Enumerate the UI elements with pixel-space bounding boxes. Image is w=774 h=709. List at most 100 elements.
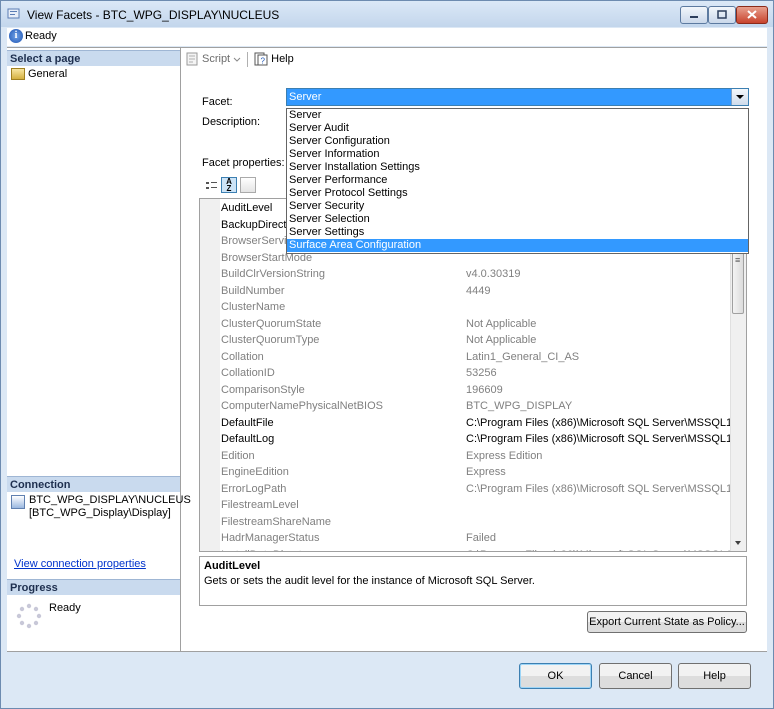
server-connection-icon: [11, 495, 25, 509]
select-page-header: Select a page: [7, 50, 180, 66]
property-row[interactable]: ClusterQuorumState Not Applicable: [220, 316, 730, 333]
property-value[interactable]: C:\Program Files (x86)\Microsoft SQL Ser…: [466, 431, 730, 447]
facet-option[interactable]: Surface Area Configuration: [287, 239, 748, 252]
property-row[interactable]: ClusterQuorumType Not Applicable: [220, 332, 730, 349]
property-name: AuditLevel: [221, 202, 273, 214]
title-bar[interactable]: View Facets - BTC_WPG_DISPLAY\NUCLEUS: [1, 1, 773, 27]
property-name: CollationID: [221, 367, 275, 379]
maximize-icon: [717, 10, 727, 19]
dropdown-arrow-icon[interactable]: [731, 89, 748, 105]
toolbar-separator: [247, 51, 249, 67]
facet-label: Facet:: [202, 96, 233, 108]
progress-status: Ready: [49, 602, 81, 614]
facet-option[interactable]: Server Selection: [287, 213, 748, 226]
maximize-button[interactable]: [708, 6, 736, 24]
property-name: BuildClrVersionString: [221, 268, 325, 280]
property-value: Failed: [466, 532, 496, 544]
property-name: ClusterQuorumState: [221, 317, 322, 330]
facet-properties-label: Facet properties:: [202, 157, 285, 169]
status-text: Ready: [25, 30, 57, 42]
svg-text:?: ?: [261, 57, 266, 66]
help-toolbar-label: Help: [271, 53, 294, 65]
property-name: ClusterName: [221, 301, 286, 313]
script-icon: [186, 52, 198, 66]
property-value: Latin1_General_CI_AS: [466, 350, 580, 363]
property-grid-gutter: [200, 199, 220, 551]
alphabetical-sort-icon[interactable]: AZ: [221, 177, 237, 193]
facet-dropdown-list: Server Server Audit Server Configuration Se…: [286, 108, 749, 254]
property-name: BuildNumber: [221, 284, 285, 297]
property-grid-toolbar: AZ: [202, 177, 256, 193]
property-row[interactable]: ErrorLogPath C:\Program Files (x86)\Micro…: [220, 481, 730, 498]
progress-header: Progress: [7, 579, 180, 595]
facet-option[interactable]: Server: [287, 109, 748, 122]
window-title: View Facets - BTC_WPG_DISPLAY\NUCLEUS: [27, 8, 280, 22]
minimize-icon: [690, 16, 698, 18]
property-value: BTC_WPG_DISPLAY: [466, 400, 573, 412]
property-row[interactable]: FilestreamLevel: [220, 497, 730, 514]
property-value: Not Applicable: [466, 334, 537, 346]
property-row[interactable]: DefaultLog C:\Program Files (x86)\Microso…: [220, 431, 730, 448]
property-value: v4.0.30319: [466, 268, 521, 280]
info-icon: i: [9, 29, 23, 43]
page-item-general[interactable]: General: [11, 67, 67, 81]
facet-option[interactable]: Server Information: [287, 148, 748, 161]
property-row[interactable]: BuildNumber 4449: [220, 283, 730, 300]
property-row[interactable]: CollationID 53256: [220, 365, 730, 382]
property-name: ClusterQuorumType: [221, 334, 320, 346]
facet-option[interactable]: Server Performance: [287, 174, 748, 187]
help-toolbar-button[interactable]: ? Help: [250, 52, 298, 66]
categorized-view-icon[interactable]: [202, 177, 218, 193]
property-description-title: AuditLevel: [204, 560, 261, 572]
cancel-button[interactable]: Cancel: [599, 663, 672, 689]
property-description-box: AuditLevel Gets or sets the audit level …: [199, 556, 747, 606]
property-row[interactable]: InstallDataDirectory C:\Program Files (x8…: [220, 547, 730, 552]
minimize-button[interactable]: [680, 6, 708, 24]
facet-option[interactable]: Server Configuration: [287, 135, 748, 148]
property-value: C:\Program Files (x86)\Microsoft SQL Ser…: [466, 482, 730, 495]
property-name: EngineEdition: [221, 466, 289, 478]
property-row[interactable]: ClusterName: [220, 299, 730, 316]
property-row[interactable]: ComputerNamePhysicalNetBIOS BTC_WPG_DISPL…: [220, 398, 730, 415]
description-label: Description:: [202, 116, 261, 128]
connection-header: Connection: [7, 476, 180, 492]
facet-combobox[interactable]: Server: [286, 88, 749, 106]
property-row[interactable]: HadrManagerStatus Failed: [220, 530, 730, 547]
chevron-down-icon[interactable]: [233, 55, 241, 63]
help-button[interactable]: Help: [678, 663, 751, 689]
ok-button[interactable]: OK: [519, 663, 592, 689]
close-button[interactable]: [736, 6, 768, 24]
connection-server: BTC_WPG_DISPLAY\NUCLEUS: [29, 494, 191, 506]
facet-option[interactable]: Server Audit: [287, 122, 748, 135]
facet-option[interactable]: Server Settings: [287, 226, 748, 239]
property-value: Express: [466, 466, 506, 478]
property-row[interactable]: FilestreamShareName: [220, 514, 730, 531]
property-name: DefaultLog: [221, 433, 275, 445]
left-pane: Select a page General Connection BTC_WPG…: [7, 48, 191, 651]
export-policy-button[interactable]: Export Current State as Policy...: [587, 611, 747, 633]
property-row[interactable]: Collation Latin1_General_CI_AS: [220, 349, 730, 366]
property-value: 196609: [466, 383, 503, 396]
toolbar: Script ? Help: [181, 50, 298, 68]
property-description-text: Gets or sets the audit level for the ins…: [204, 575, 535, 587]
facet-option[interactable]: Server Protocol Settings: [287, 187, 748, 200]
property-row[interactable]: ComparisonStyle 196609: [220, 382, 730, 399]
property-value: 53256: [466, 367, 497, 379]
facet-option[interactable]: Server Security: [287, 200, 748, 213]
progress-spinner-icon: [16, 603, 42, 629]
property-pages-icon[interactable]: [240, 177, 256, 193]
property-row[interactable]: BuildClrVersionString v4.0.30319: [220, 266, 730, 283]
script-button[interactable]: Script: [181, 52, 245, 66]
property-row[interactable]: EngineEdition Express: [220, 464, 730, 481]
view-connection-properties-link[interactable]: View connection properties: [14, 558, 146, 570]
property-name: Edition: [221, 449, 255, 462]
scroll-down-icon[interactable]: [731, 536, 746, 551]
property-row[interactable]: Edition Express Edition: [220, 448, 730, 465]
property-value[interactable]: C:\Program Files (x86)\Microsoft SQL Ser…: [466, 415, 730, 431]
status-bar: i Ready: [7, 28, 767, 46]
general-page-icon: [11, 68, 25, 80]
facet-option[interactable]: Server Installation Settings: [287, 161, 748, 174]
script-label: Script: [202, 53, 231, 65]
sql-server-app-icon: [7, 8, 20, 19]
property-row[interactable]: DefaultFile C:\Program Files (x86)\Micros…: [220, 415, 730, 432]
